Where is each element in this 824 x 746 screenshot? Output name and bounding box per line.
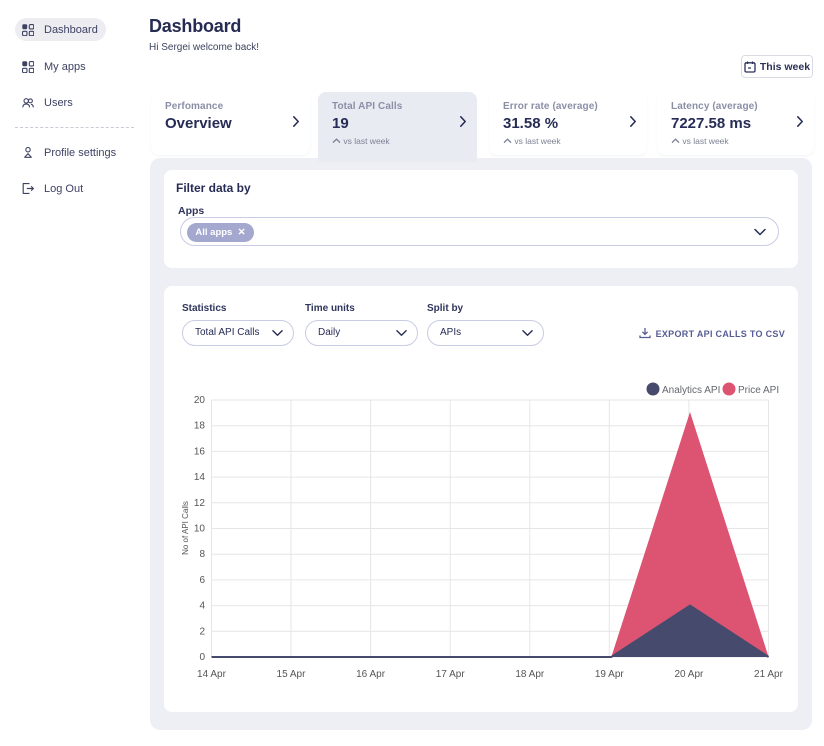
svg-text:Analytics API: Analytics API xyxy=(662,385,720,396)
svg-text:20: 20 xyxy=(194,395,206,406)
svg-text:12: 12 xyxy=(194,498,206,509)
svg-text:8: 8 xyxy=(199,549,205,560)
svg-text:14: 14 xyxy=(194,472,206,483)
svg-text:21 Apr: 21 Apr xyxy=(754,669,784,680)
svg-text:0: 0 xyxy=(199,652,205,663)
svg-text:18: 18 xyxy=(194,421,206,432)
svg-text:4: 4 xyxy=(199,601,205,612)
svg-text:10: 10 xyxy=(194,524,206,535)
svg-text:2: 2 xyxy=(199,626,205,637)
svg-text:14 Apr: 14 Apr xyxy=(197,669,227,680)
svg-text:6: 6 xyxy=(199,575,205,586)
svg-text:17 Apr: 17 Apr xyxy=(436,669,466,680)
svg-text:20 Apr: 20 Apr xyxy=(674,669,704,680)
svg-text:No of API Calls: No of API Calls xyxy=(181,501,190,555)
svg-text:16: 16 xyxy=(194,446,206,457)
svg-text:Price API: Price API xyxy=(738,385,779,396)
svg-text:15 Apr: 15 Apr xyxy=(277,669,307,680)
svg-text:19 Apr: 19 Apr xyxy=(595,669,625,680)
svg-text:18 Apr: 18 Apr xyxy=(515,669,545,680)
svg-text:16 Apr: 16 Apr xyxy=(356,669,386,680)
